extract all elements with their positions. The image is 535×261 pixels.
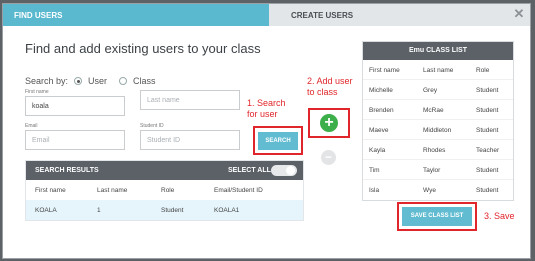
last-name: Rhodes bbox=[423, 147, 446, 154]
search-by-group: Search by: User Class bbox=[25, 76, 156, 86]
tab-bar: FIND USERS CREATE USERS ✕ bbox=[3, 4, 530, 26]
annotation-step3: 3. Save bbox=[484, 211, 515, 221]
first-name: Maeve bbox=[369, 127, 389, 134]
first-name: Brenden bbox=[369, 107, 394, 114]
first-name-label: First name bbox=[25, 89, 49, 95]
radio-user-label: User bbox=[88, 76, 108, 86]
search-results-header: SEARCH RESULTS SELECT ALL bbox=[26, 161, 303, 180]
first-name: Michelle bbox=[369, 87, 393, 94]
role: Student bbox=[476, 167, 499, 174]
list-item[interactable]: Michelle Grey Student bbox=[363, 80, 513, 100]
select-all-label: SELECT ALL bbox=[228, 167, 271, 174]
select-all-toggle[interactable] bbox=[271, 165, 297, 176]
role: Student bbox=[476, 127, 499, 134]
col-first-name: First name bbox=[369, 67, 400, 74]
last-name: Taylor bbox=[423, 167, 441, 174]
row-last-name: 1 bbox=[97, 207, 101, 214]
table-row[interactable]: KOALA 1 Student KOALA1 bbox=[26, 200, 303, 220]
first-name: Tim bbox=[369, 167, 380, 174]
role: Student bbox=[476, 187, 499, 194]
close-icon[interactable]: ✕ bbox=[512, 7, 526, 21]
annotation-step2: 2. Add user to class bbox=[307, 76, 353, 97]
role: Student bbox=[476, 87, 499, 94]
last-name: McRae bbox=[423, 107, 444, 114]
first-name: Isla bbox=[369, 187, 380, 194]
row-first-name: KOALA bbox=[35, 207, 57, 214]
radio-user[interactable] bbox=[74, 77, 83, 85]
search-by-label: Search by: bbox=[25, 76, 69, 86]
student-id-input[interactable]: Student ID bbox=[140, 130, 240, 150]
email-field-group: Email Email bbox=[25, 123, 125, 150]
last-name: Middleton bbox=[423, 127, 452, 134]
last-name-input[interactable]: Last name bbox=[140, 90, 240, 110]
col-role: Role bbox=[476, 67, 490, 74]
last-name: Grey bbox=[423, 87, 438, 94]
col-last-name: Last name bbox=[423, 67, 454, 74]
email-label: Email bbox=[25, 123, 38, 129]
col-email-student-id: Email/Student ID bbox=[214, 187, 263, 194]
search-results-title: SEARCH RESULTS bbox=[35, 167, 99, 174]
last-name: Wye bbox=[423, 187, 436, 194]
radio-class-label: Class bbox=[133, 76, 156, 86]
add-user-button[interactable]: + bbox=[320, 114, 338, 132]
tab-find-users[interactable]: FIND USERS bbox=[3, 4, 269, 26]
class-list-title: Emu CLASS LIST bbox=[363, 42, 513, 60]
role: Student bbox=[476, 107, 499, 114]
first-name-input[interactable]: koala bbox=[25, 96, 125, 116]
student-id-field-group: Student ID Student ID bbox=[140, 123, 240, 150]
last-name-field-group: Last name bbox=[140, 89, 240, 110]
row-role: Student bbox=[161, 207, 184, 214]
radio-class[interactable] bbox=[119, 77, 128, 85]
list-item[interactable]: Isla Wye Student bbox=[363, 180, 513, 200]
save-class-list-button[interactable]: SAVE CLASS LIST bbox=[402, 207, 472, 226]
remove-user-button[interactable]: − bbox=[321, 150, 336, 165]
col-first-name: First name bbox=[35, 187, 66, 194]
search-button[interactable]: SEARCH bbox=[258, 132, 298, 150]
first-name: Kayla bbox=[369, 147, 386, 154]
class-list-panel: Emu CLASS LIST First name Last name Role… bbox=[362, 41, 514, 201]
add-users-modal: FIND USERS CREATE USERS ✕ Find and add e… bbox=[2, 3, 531, 259]
list-item[interactable]: Maeve Middleton Student bbox=[363, 120, 513, 140]
col-role: Role bbox=[161, 187, 175, 194]
search-results-column-headers: First name Last name Role Email/Student … bbox=[26, 180, 303, 200]
annotation-step1: 1. Search for user bbox=[247, 98, 286, 119]
search-results-panel: SEARCH RESULTS SELECT ALL First name Las… bbox=[25, 160, 304, 221]
row-email-student-id: KOALA1 bbox=[214, 207, 240, 214]
list-item[interactable]: Brenden McRae Student bbox=[363, 100, 513, 120]
first-name-field-group: First name koala bbox=[25, 89, 125, 116]
student-id-label: Student ID bbox=[140, 123, 164, 129]
col-last-name: Last name bbox=[97, 187, 128, 194]
class-list-column-headers: First name Last name Role bbox=[363, 60, 513, 80]
tab-create-users[interactable]: CREATE USERS bbox=[269, 4, 489, 26]
page-title: Find and add existing users to your clas… bbox=[25, 41, 261, 56]
list-item[interactable]: Kayla Rhodes Teacher bbox=[363, 140, 513, 160]
role: Teacher bbox=[476, 147, 500, 154]
email-input[interactable]: Email bbox=[25, 130, 125, 150]
list-item[interactable]: Tim Taylor Student bbox=[363, 160, 513, 180]
